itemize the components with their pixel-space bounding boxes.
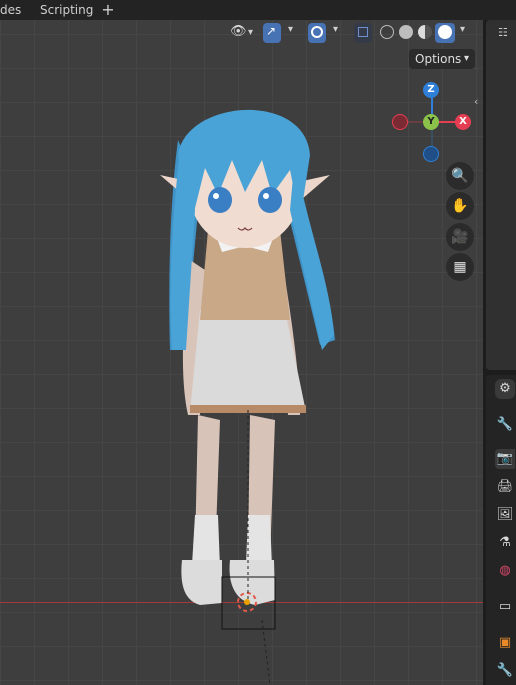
- overlay-icon: [311, 26, 323, 38]
- wireframe-shading-icon[interactable]: [380, 25, 394, 39]
- zoom-icon: 🔍: [451, 168, 469, 184]
- material-shading-icon[interactable]: [418, 25, 432, 39]
- gizmo-neg-x-axis[interactable]: [392, 114, 408, 130]
- options-label: Options: [415, 52, 462, 66]
- chevron-down-icon: ▾: [248, 27, 254, 38]
- gizmo-z-axis[interactable]: Z: [423, 82, 439, 98]
- tab-shading[interactable]: des: [0, 0, 21, 20]
- visibility-selector[interactable]: 👁 ▾: [228, 23, 258, 43]
- chevron-down-icon[interactable]: ▾: [460, 24, 465, 35]
- properties-editor-icon[interactable]: ⚙: [495, 379, 515, 399]
- navigation-gizmo[interactable]: Z Y X: [390, 80, 480, 170]
- scene-icon[interactable]: ⚗: [495, 533, 515, 553]
- render-icon[interactable]: 📷: [495, 449, 515, 469]
- overlay-toggle[interactable]: [308, 23, 326, 43]
- ortho-toggle-button[interactable]: ▦: [446, 253, 474, 281]
- 3d-viewport[interactable]: 👁 ▾ ↗ ▾ ▾ ▾ Options ▾ ‹ Z Y X 🔍 ✋ 🎥 ▦: [0, 20, 483, 685]
- eye-visibility-icon: 👁: [230, 24, 247, 39]
- chevron-down-icon: ▾: [463, 53, 469, 64]
- output-icon[interactable]: 🖨: [495, 477, 515, 497]
- ortho-grid-icon: ▦: [453, 259, 467, 275]
- properties-tab-bar: ⚙ 🔧 📷 🖨 🖼 ⚗ ◍ ▭ ▣ 🔧: [486, 375, 516, 685]
- gizmo-toggle[interactable]: ↗: [263, 23, 281, 43]
- world-icon[interactable]: ◍: [495, 561, 515, 581]
- object-icon[interactable]: ▣: [495, 633, 515, 653]
- pan-button[interactable]: ✋: [446, 192, 474, 220]
- gizmo-neg-z-axis[interactable]: [423, 146, 439, 162]
- gizmo-icon: ↗: [266, 24, 277, 38]
- outliner-panel[interactable]: ☷: [486, 20, 516, 370]
- tool-icon[interactable]: 🔧: [495, 415, 515, 435]
- pan-hand-icon: ✋: [451, 198, 469, 214]
- camera-view-button[interactable]: 🎥: [446, 223, 474, 251]
- xray-toggle[interactable]: [354, 23, 372, 43]
- chevron-down-icon[interactable]: ▾: [288, 24, 293, 35]
- gizmo-y-axis[interactable]: Y: [423, 114, 439, 130]
- camera-view-icon: 🎥: [451, 229, 469, 245]
- chevron-down-icon[interactable]: ▾: [333, 24, 338, 35]
- options-dropdown[interactable]: Options ▾: [409, 49, 475, 69]
- right-panels: ☷ ⚙ 🔧 📷 🖨 🖼 ⚗ ◍ ▭ ▣ 🔧: [483, 20, 516, 685]
- tab-scripting[interactable]: Scripting: [40, 0, 93, 20]
- add-workspace-button[interactable]: +: [98, 0, 118, 20]
- rendered-shading-button[interactable]: [435, 23, 455, 43]
- viewport-header: 👁 ▾ ↗ ▾ ▾ ▾: [0, 20, 483, 46]
- outliner-filter-icon[interactable]: ☷: [498, 26, 508, 39]
- rendered-shading-icon: [438, 25, 452, 39]
- collection-icon[interactable]: ▭: [495, 597, 515, 617]
- view-layer-icon[interactable]: 🖼: [495, 505, 515, 525]
- workspace-tab-bar: des Scripting +: [0, 0, 516, 20]
- solid-shading-icon[interactable]: [399, 25, 413, 39]
- zoom-button[interactable]: 🔍: [446, 162, 474, 190]
- modifier-wrench-icon[interactable]: 🔧: [495, 661, 515, 681]
- xray-icon: [358, 27, 368, 37]
- gizmo-x-axis[interactable]: X: [455, 114, 471, 130]
